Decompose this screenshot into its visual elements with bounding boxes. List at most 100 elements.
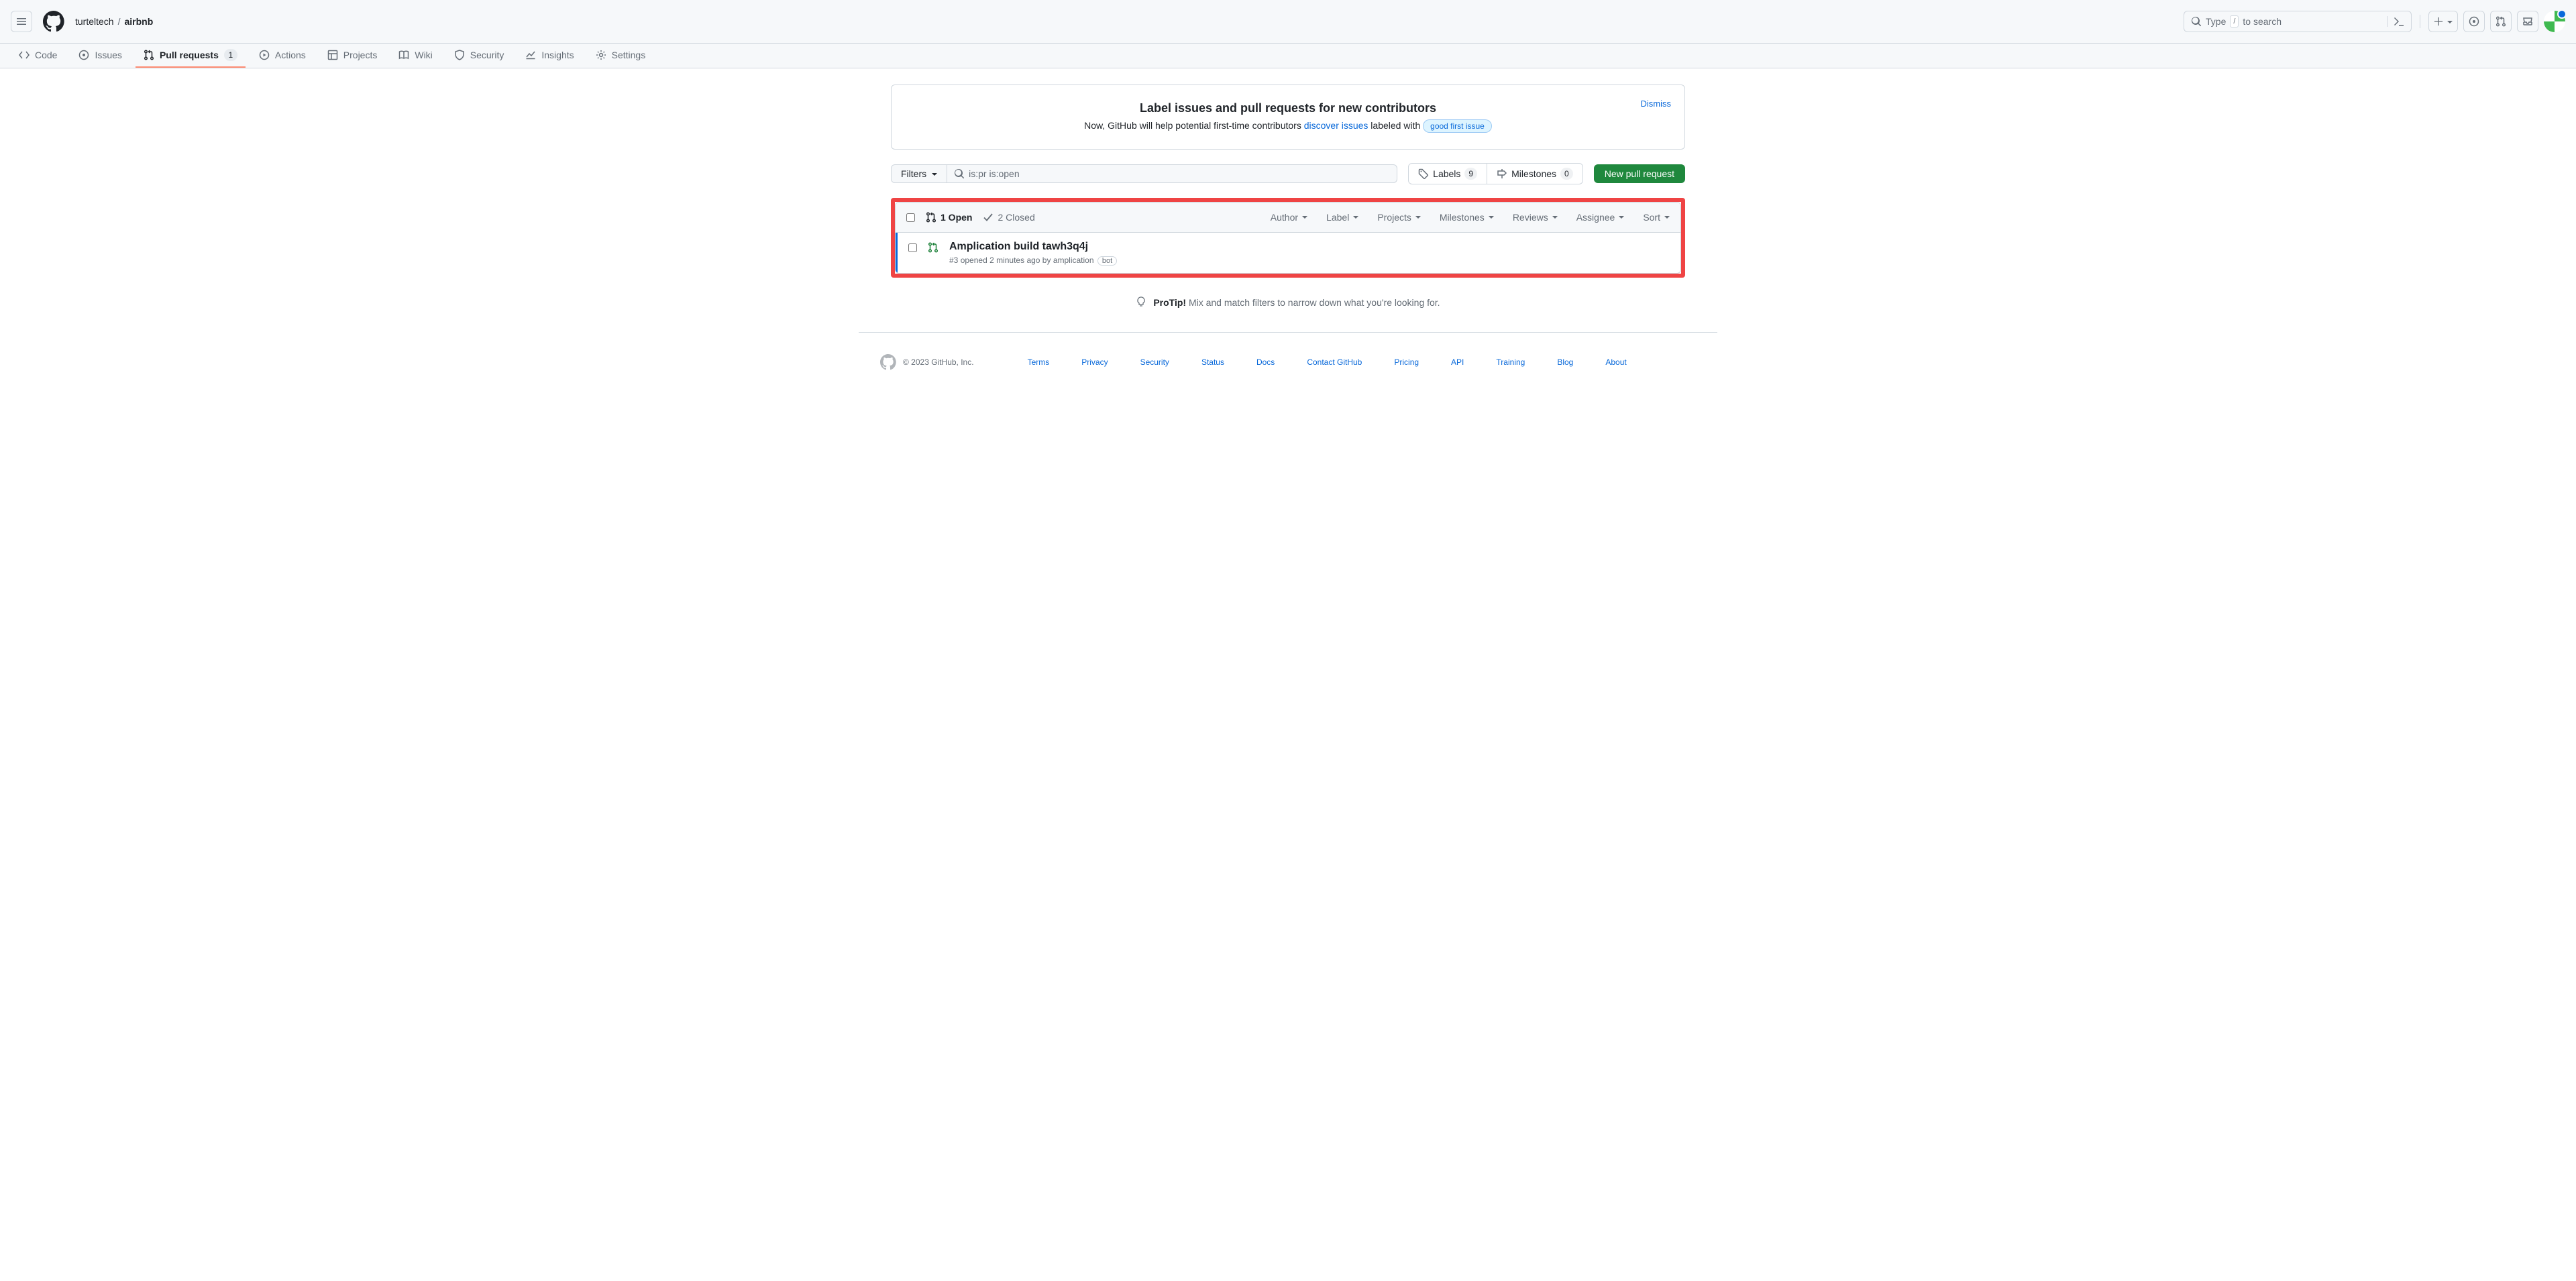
pr-title[interactable]: Amplication build tawh3q4j: [949, 241, 1088, 252]
filter-milestones[interactable]: Milestones: [1440, 212, 1494, 223]
closed-count: 2 Closed: [998, 212, 1034, 223]
breadcrumb-separator: /: [118, 16, 121, 27]
repo-link[interactable]: airbnb: [124, 16, 153, 27]
highlight-annotation: 1 Open 2 Closed Author Label Projects Mi…: [891, 198, 1685, 278]
list-filters: Author Label Projects Milestones Reviews…: [1271, 212, 1670, 223]
footer-link[interactable]: Terms: [1028, 357, 1050, 367]
gear-icon: [596, 50, 606, 60]
notice-title: Label issues and pull requests for new c…: [908, 101, 1668, 115]
filters-button[interactable]: Filters: [891, 164, 947, 183]
search-icon: [2191, 16, 2202, 27]
filters-label: Filters: [901, 168, 926, 179]
lightbulb-icon: [1136, 297, 1149, 308]
user-avatar[interactable]: [2544, 11, 2565, 32]
footer-link[interactable]: About: [1605, 357, 1626, 367]
notice-text-mid: labeled with: [1368, 120, 1423, 131]
new-pull-request-button[interactable]: New pull request: [1594, 164, 1685, 183]
footer-link[interactable]: Status: [1201, 357, 1224, 367]
tab-label: Settings: [612, 50, 646, 60]
pr-meta: #3 opened 2 minutes ago by amplication b…: [949, 256, 1670, 265]
hamburger-menu[interactable]: [11, 11, 32, 32]
open-count: 1 Open: [941, 212, 972, 223]
filter-reviews[interactable]: Reviews: [1513, 212, 1558, 223]
pr-content: Amplication build tawh3q4j #3 opened 2 m…: [949, 241, 1670, 265]
tab-code[interactable]: Code: [11, 44, 65, 67]
filter-sort[interactable]: Sort: [1643, 212, 1670, 223]
footer-link[interactable]: Docs: [1256, 357, 1275, 367]
github-footer-icon[interactable]: [880, 354, 896, 370]
issue-header-icon: [2469, 16, 2479, 27]
footer-link[interactable]: Security: [1140, 357, 1169, 367]
filter-assignee[interactable]: Assignee: [1576, 212, 1625, 223]
footer-link[interactable]: Pricing: [1394, 357, 1419, 367]
pr-time: 2 minutes ago: [989, 256, 1040, 265]
tab-label: Pull requests: [160, 50, 219, 60]
tab-label: Insights: [541, 50, 574, 60]
milestones-count: 0: [1560, 168, 1573, 180]
code-icon: [19, 50, 30, 60]
owner-link[interactable]: turteltech: [75, 16, 114, 27]
tab-wiki[interactable]: Wiki: [390, 44, 440, 67]
tab-actions[interactable]: Actions: [251, 44, 314, 67]
shield-icon: [454, 50, 465, 60]
pr-row[interactable]: Amplication build tawh3q4j #3 opened 2 m…: [896, 233, 1680, 273]
good-first-issue-label[interactable]: good first issue: [1423, 119, 1492, 133]
tab-projects[interactable]: Projects: [319, 44, 386, 67]
pr-search-input[interactable]: [947, 164, 1397, 183]
tab-label: Code: [35, 50, 57, 60]
pr-header-icon: [2496, 16, 2506, 27]
discover-issues-link[interactable]: discover issues: [1304, 120, 1368, 131]
labels-count: 9: [1464, 168, 1477, 180]
tab-pull-requests[interactable]: Pull requests 1: [136, 44, 246, 68]
labels-milestones-group: Labels 9 Milestones 0: [1408, 163, 1583, 184]
milestones-button[interactable]: Milestones 0: [1487, 164, 1582, 184]
tab-label: Actions: [275, 50, 306, 60]
copyright: © 2023 GitHub, Inc.: [903, 357, 974, 367]
inbox-button[interactable]: [2517, 11, 2538, 32]
footer-link[interactable]: Training: [1496, 357, 1525, 367]
closed-tab[interactable]: 2 Closed: [983, 212, 1034, 223]
pr-count-badge: 1: [224, 49, 237, 61]
tab-settings[interactable]: Settings: [588, 44, 654, 67]
header-actions: Type / to search: [2184, 11, 2565, 32]
tab-label: Projects: [343, 50, 378, 60]
pr-checkbox[interactable]: [908, 243, 917, 252]
tab-insights[interactable]: Insights: [517, 44, 582, 67]
footer-link[interactable]: Blog: [1557, 357, 1573, 367]
select-all-checkbox[interactable]: [906, 213, 915, 222]
state-tabs: 1 Open 2 Closed: [926, 212, 1035, 223]
tab-label: Wiki: [415, 50, 432, 60]
filter-label[interactable]: Label: [1326, 212, 1358, 223]
breadcrumb: turteltech / airbnb: [75, 16, 153, 27]
issue-icon: [78, 50, 89, 60]
pr-author-link[interactable]: amplication: [1053, 256, 1094, 265]
dismiss-button[interactable]: Dismiss: [1641, 99, 1672, 109]
menu-icon: [16, 16, 27, 27]
tab-label: Security: [470, 50, 504, 60]
github-logo[interactable]: [43, 11, 64, 32]
notice-text: Now, GitHub will help potential first-ti…: [908, 119, 1668, 133]
search-prefix: Type: [2206, 16, 2226, 27]
filter-projects[interactable]: Projects: [1377, 212, 1421, 223]
command-palette-icon[interactable]: [2387, 16, 2404, 27]
create-menu[interactable]: [2428, 11, 2458, 32]
protip: ProTip! Mix and match filters to narrow …: [891, 296, 1685, 308]
tab-issues[interactable]: Issues: [70, 44, 129, 67]
global-search[interactable]: Type / to search: [2184, 11, 2412, 32]
contributor-notice: Dismiss Label issues and pull requests f…: [891, 85, 1685, 150]
labels-button[interactable]: Labels 9: [1409, 164, 1487, 184]
pull-requests-button[interactable]: [2490, 11, 2512, 32]
milestones-text: Milestones: [1511, 168, 1556, 179]
plus-icon: [2434, 17, 2443, 26]
tab-security[interactable]: Security: [446, 44, 513, 67]
check-icon: [983, 212, 994, 223]
footer-link[interactable]: Contact GitHub: [1307, 357, 1362, 367]
footer-link[interactable]: API: [1451, 357, 1464, 367]
labels-text: Labels: [1433, 168, 1460, 179]
issues-button[interactable]: [2463, 11, 2485, 32]
pr-number: #3: [949, 256, 958, 265]
footer-links: Terms Privacy Security Status Docs Conta…: [1028, 357, 1627, 367]
open-tab[interactable]: 1 Open: [926, 212, 972, 223]
filter-author[interactable]: Author: [1271, 212, 1307, 223]
footer-link[interactable]: Privacy: [1081, 357, 1108, 367]
